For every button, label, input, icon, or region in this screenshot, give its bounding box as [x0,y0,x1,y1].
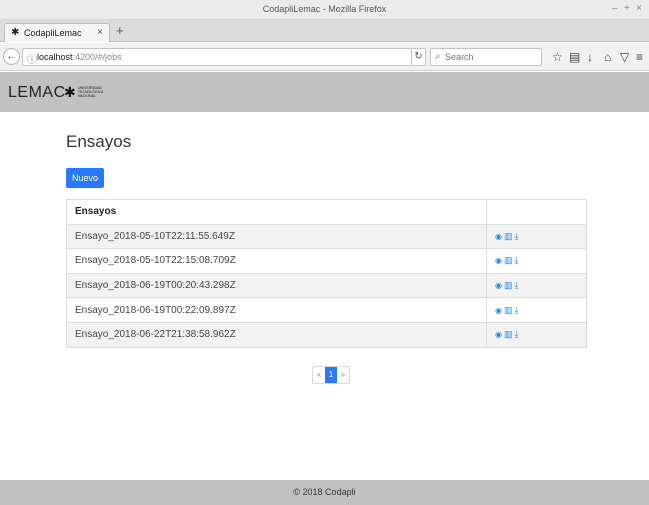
close-window-button[interactable]: × [636,3,642,14]
column-header-ensayos: Ensayos [66,199,487,225]
menu-icon[interactable]: ≡ [636,50,643,64]
search-input[interactable] [445,51,539,63]
row-actions: ◉ ▥ ⤓ [486,223,587,250]
row-actions: ◉ ▥ ⤓ [486,321,587,348]
pagination-page-1[interactable]: 1 [325,367,337,383]
page-title: Ensayos [66,132,132,151]
download-icon[interactable]: ⤓ [515,305,519,316]
window-titlebar: CodapliLemac - Mozilla Firefox – + × [0,0,649,20]
logo-line: NACIONAL [78,94,96,98]
view-icon[interactable]: ◉ [495,330,502,339]
bookmark-icon[interactable]: ☆ [552,50,563,64]
footer-text: © 2018 Codapli [293,487,356,497]
job-name: Ensayo_2018-06-19T00:20:43.298Z [66,272,487,299]
pagination-prev[interactable]: « [313,367,325,383]
app-header: LEMAC ✱ UNIVERSIDAD TECNOLÓGICA NACIONAL [0,72,649,112]
delete-icon[interactable]: ▥ [504,280,513,291]
pocket-icon[interactable]: ▽ [620,50,629,64]
job-name: Ensayo_2018-05-10T22:15:08.709Z [66,248,487,274]
table-row: Ensayo_2018-05-10T22:15:08.709Z ◉ ▥ ⤓ [66,248,587,274]
download-icon[interactable]: ↓ [587,50,593,64]
reload-icon[interactable]: ↻ [412,48,426,66]
search-icon: ⌕ [435,51,441,62]
table-row: Ensayo_2018-06-22T21:38:58.962Z ◉ ▥ ⤓ [66,321,587,348]
jobs-table: Ensayos Ensayo_2018-05-10T22:11:55.649Z … [66,199,587,348]
download-icon[interactable]: ⤓ [515,280,519,291]
download-icon[interactable]: ⤓ [515,255,519,266]
tab-strip: ✱ CodapliLemac × + [0,20,649,42]
delete-icon[interactable]: ▥ [504,305,513,316]
logo-text: UNIVERSIDAD TECNOLÓGICA NACIONAL [78,86,103,98]
search-bar[interactable]: ⌕ [430,48,542,66]
tab-label: CodapliLemac [24,28,82,38]
row-actions: ◉ ▥ ⤓ [486,272,587,299]
back-icon[interactable]: ← [3,48,20,65]
table-row: Ensayo_2018-06-19T00:22:09.897Z ◉ ▥ ⤓ [66,297,587,323]
table-header-row: Ensayos [66,199,587,225]
url-bar[interactable]: ⓘ localhost:4200/#/jobs [22,48,412,66]
download-icon[interactable]: ⤓ [515,329,519,340]
reader-icon[interactable]: ▤ [569,50,580,64]
url-text[interactable]: localhost:4200/#/jobs [37,52,122,62]
home-icon[interactable]: ⌂ [604,50,611,64]
minimize-button[interactable]: – [612,3,618,14]
download-icon[interactable]: ⤓ [515,231,519,242]
table-row: Ensayo_2018-05-10T22:11:55.649Z ◉ ▥ ⤓ [66,223,587,250]
new-job-button[interactable]: Nuevo [66,168,104,188]
window-title: CodapliLemac - Mozilla Firefox [262,4,387,14]
column-header-actions [486,199,587,225]
info-icon[interactable]: ⓘ [27,51,37,66]
browser-tab[interactable]: ✱ CodapliLemac × [4,23,110,42]
url-host: localhost [37,52,73,62]
url-path: :4200/#/jobs [72,52,122,62]
new-tab-button[interactable]: + [116,23,124,38]
table-row: Ensayo_2018-06-19T00:20:43.298Z ◉ ▥ ⤓ [66,272,587,299]
job-name: Ensayo_2018-06-22T21:38:58.962Z [66,321,487,348]
row-actions: ◉ ▥ ⤓ [486,248,587,274]
view-icon[interactable]: ◉ [495,281,502,290]
job-name: Ensayo_2018-06-19T00:22:09.897Z [66,297,487,323]
brand-name[interactable]: LEMAC [8,84,66,102]
view-icon[interactable]: ◉ [495,232,502,241]
maximize-button[interactable]: + [624,3,630,14]
utn-star-icon: ✱ [64,84,76,100]
view-icon[interactable]: ◉ [495,256,502,265]
delete-icon[interactable]: ▥ [504,231,513,242]
footer: © 2018 Codapli [0,480,649,505]
navigation-bar: ← ⓘ localhost:4200/#/jobs ↻ ⌕ ☆ ▤ ↓ ⌂ ▽ … [0,43,649,71]
view-icon[interactable]: ◉ [495,306,502,315]
delete-icon[interactable]: ▥ [504,329,513,340]
tab-close-icon[interactable]: × [97,27,103,38]
favicon-icon: ✱ [11,27,20,38]
pagination: « 1 » [312,366,350,384]
job-name: Ensayo_2018-05-10T22:11:55.649Z [66,223,487,250]
row-actions: ◉ ▥ ⤓ [486,297,587,323]
pagination-next[interactable]: » [337,367,349,383]
delete-icon[interactable]: ▥ [504,255,513,266]
